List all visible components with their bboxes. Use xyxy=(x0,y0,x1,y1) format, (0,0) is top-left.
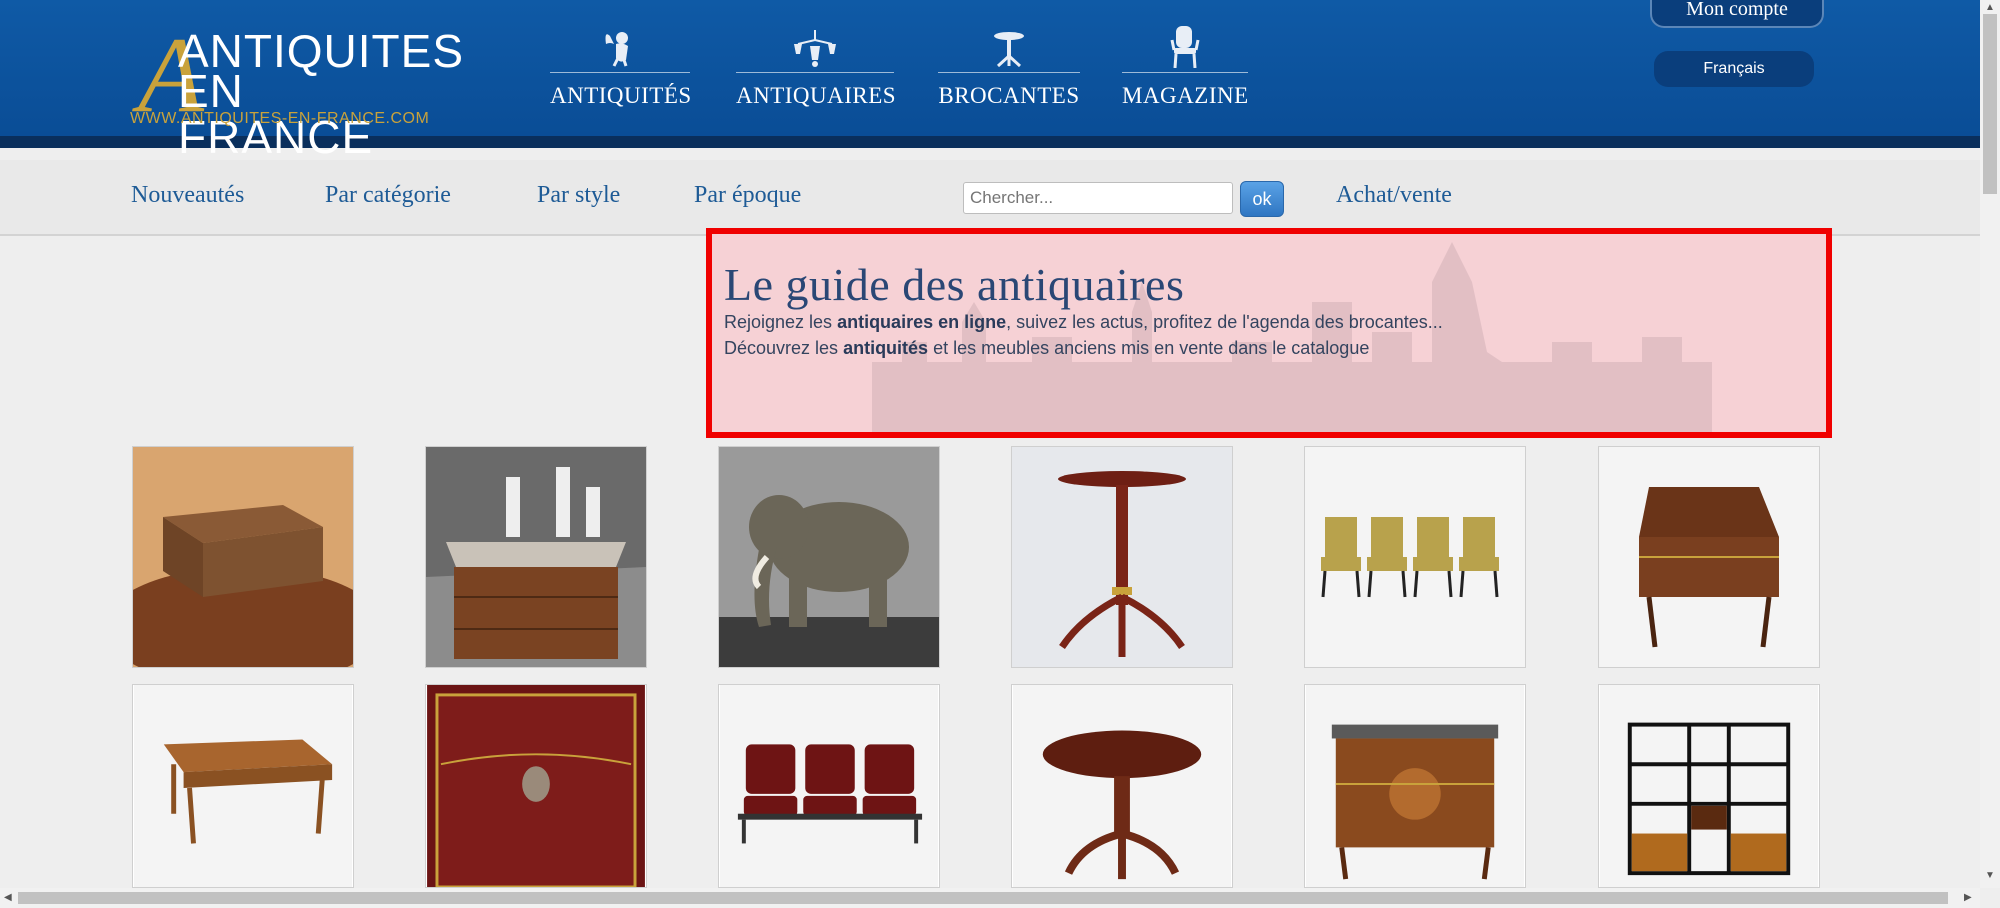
account-button[interactable]: Mon compte xyxy=(1650,0,1824,28)
cinema-seats-image xyxy=(720,685,938,887)
subnav-link-par-categorie[interactable]: Par catégorie xyxy=(325,182,451,209)
bookcase-image xyxy=(1600,685,1818,887)
secondary-nav: Nouveautés Par catégorie Par style Par é… xyxy=(0,160,1980,236)
scroll-up-arrow-icon[interactable]: ▲ xyxy=(1985,2,1995,13)
product-thumbnail-leather-chest[interactable] xyxy=(425,684,647,888)
ceramic-elephant-image xyxy=(719,447,939,667)
hero-banner: Le guide des antiquaires Rejoignez les a… xyxy=(706,228,1832,438)
chandelier-icon xyxy=(794,30,836,67)
subnav-link-nouveautes[interactable]: Nouveautés xyxy=(131,182,244,209)
subnav-link-achat-vente[interactable]: Achat/vente xyxy=(1336,182,1452,209)
nav-label: ANTIQUITÉS xyxy=(550,83,692,108)
scroll-left-arrow-icon[interactable]: ◀ xyxy=(4,892,12,903)
hero-text-line-1: Rejoignez les antiquaires en ligne, suiv… xyxy=(724,312,1443,333)
secretary-desk-image xyxy=(1599,447,1819,667)
product-thumbnail-cinema-seats[interactable] xyxy=(718,684,940,888)
hero-text-line-2: Découvrez les antiquités et les meubles … xyxy=(724,338,1369,359)
hero-title: Le guide des antiquaires xyxy=(724,259,1185,310)
subnav-link-par-epoque[interactable]: Par époque xyxy=(694,182,801,209)
farmhouse-table-image xyxy=(134,685,352,887)
nav-item-antiquites[interactable]: ANTIQUITÉS xyxy=(550,22,692,112)
nav-label: ANTIQUAIRES xyxy=(736,83,897,108)
pedestal-tripod-table-image xyxy=(1012,447,1232,667)
scroll-right-arrow-icon[interactable]: ▶ xyxy=(1964,892,1972,903)
round-pedestal-table-image xyxy=(1013,685,1231,887)
pedestal-table-icon xyxy=(994,32,1024,68)
wooden-box-image xyxy=(133,447,353,667)
site-logo[interactable]: A ANTIQUITES EN FRANCE WWW.ANTIQUITES-EN… xyxy=(130,22,463,161)
search-button[interactable]: ok xyxy=(1240,181,1284,217)
hero-text: , suivez les actus, profitez de l'agenda… xyxy=(1006,312,1443,332)
vertical-scroll-thumb[interactable] xyxy=(1983,14,1997,194)
product-thumbnail-chairs[interactable] xyxy=(1304,446,1526,668)
site-header: A ANTIQUITES EN FRANCE WWW.ANTIQUITES-EN… xyxy=(0,0,1980,161)
product-thumbnail-marquetry-commode[interactable] xyxy=(1304,684,1526,888)
subnav-link-par-style[interactable]: Par style xyxy=(537,182,620,209)
scroll-down-arrow-icon[interactable]: ▼ xyxy=(1985,870,1995,881)
product-thumbnail-commode-jars[interactable] xyxy=(425,446,647,668)
four-chairs-image xyxy=(1305,447,1525,667)
chair-icon xyxy=(1170,26,1200,68)
product-thumbnail-secretary[interactable] xyxy=(1598,446,1820,668)
horizontal-scrollbar[interactable]: ◀ ▶ xyxy=(0,888,1980,908)
product-thumbnail-farmhouse-table[interactable] xyxy=(132,684,354,888)
product-thumbnail-round-table[interactable] xyxy=(1011,684,1233,888)
link-antiquites[interactable]: antiquités xyxy=(843,338,928,358)
link-antiquaires-en-ligne[interactable]: antiquaires en ligne xyxy=(837,312,1006,332)
search-input[interactable] xyxy=(963,182,1233,214)
language-selector[interactable]: Français xyxy=(1654,51,1814,87)
marquetry-commode-image xyxy=(1306,685,1524,887)
product-thumbnail-wooden-box[interactable] xyxy=(132,446,354,668)
product-thumbnail-elephant[interactable] xyxy=(718,446,940,668)
nav-item-antiquaires[interactable]: ANTIQUAIRES xyxy=(736,22,897,112)
product-thumbnail-bookcase[interactable] xyxy=(1598,684,1820,888)
hero-text: Découvrez les xyxy=(724,338,844,358)
nav-item-brocantes[interactable]: BROCANTES xyxy=(938,22,1080,112)
horizontal-scroll-thumb[interactable] xyxy=(18,892,1948,904)
product-thumbnail-tripod-table[interactable] xyxy=(1011,446,1233,668)
nav-label: MAGAZINE xyxy=(1122,83,1249,108)
red-leather-chest-image xyxy=(427,685,645,887)
nav-item-magazine[interactable]: MAGAZINE xyxy=(1122,22,1248,112)
commode-with-jars-image xyxy=(426,447,646,667)
vertical-scrollbar[interactable]: ▲ ▼ xyxy=(1980,0,2000,888)
logo-url: WWW.ANTIQUITES-EN-FRANCE.COM xyxy=(130,110,430,127)
hero-text: et les meubles anciens mis en vente dans… xyxy=(928,338,1370,358)
hero-text: Rejoignez les xyxy=(724,312,838,332)
cherub-icon xyxy=(605,32,628,67)
nav-label: BROCANTES xyxy=(938,83,1080,108)
